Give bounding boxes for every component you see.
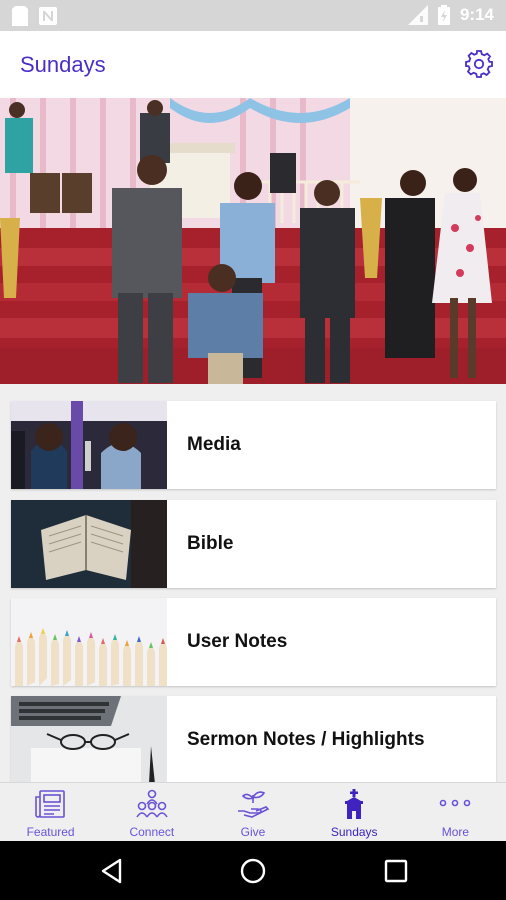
signal-icon xyxy=(407,5,428,25)
menu-item-label: User Notes xyxy=(187,631,288,652)
notification-n-icon xyxy=(39,7,57,25)
page-title: Sundays xyxy=(20,52,106,77)
nav-tab-give[interactable]: Give xyxy=(202,783,303,841)
nav-label: More xyxy=(441,825,470,839)
menu-list: Media Bible User Notes Sermon Notes / Hi… xyxy=(0,384,506,782)
menu-item-label: Media xyxy=(187,434,241,455)
menu-item-user-notes[interactable]: User Notes xyxy=(11,598,496,686)
nav-label: Connect xyxy=(129,825,175,839)
menu-item-label: Bible xyxy=(187,533,234,554)
church-icon xyxy=(345,789,364,819)
system-navigation-bar xyxy=(0,841,506,900)
nav-tab-featured[interactable]: Featured xyxy=(0,783,101,841)
bible-thumbnail xyxy=(11,500,167,588)
nav-label: Give xyxy=(240,825,266,839)
nav-tab-sundays[interactable]: Sundays xyxy=(304,783,405,841)
menu-item-media[interactable]: Media xyxy=(11,401,496,489)
user-notes-thumbnail xyxy=(11,598,167,686)
sd-card-icon xyxy=(12,6,28,26)
media-thumbnail xyxy=(11,401,167,489)
recents-square-icon[interactable] xyxy=(382,857,410,885)
nav-tab-more[interactable]: More xyxy=(405,783,506,841)
status-bar: 9:14 xyxy=(0,0,506,31)
more-dots-icon xyxy=(440,799,471,807)
people-icon xyxy=(136,789,168,818)
nav-tab-connect[interactable]: Connect xyxy=(101,783,202,841)
menu-item-bible[interactable]: Bible xyxy=(11,500,496,588)
menu-item-label: Sermon Notes / Highlights xyxy=(187,729,425,750)
bottom-navigation: Featured Connect Give Sundays More xyxy=(0,782,506,841)
battery-icon xyxy=(437,5,450,25)
home-circle-icon[interactable] xyxy=(239,857,267,885)
hand-plant-icon xyxy=(238,791,270,818)
nav-label: Sundays xyxy=(330,825,378,839)
settings-gear-icon[interactable] xyxy=(464,49,494,79)
app-bar: Sundays xyxy=(0,31,506,98)
newspaper-icon xyxy=(34,790,65,818)
clock: 9:14 xyxy=(459,5,494,24)
back-triangle-icon[interactable] xyxy=(98,857,126,885)
menu-item-sermon-notes[interactable]: Sermon Notes / Highlights xyxy=(11,696,496,782)
hero-photo xyxy=(0,98,506,384)
nav-label: Featured xyxy=(26,825,75,839)
sermon-notes-thumbnail xyxy=(11,696,167,782)
